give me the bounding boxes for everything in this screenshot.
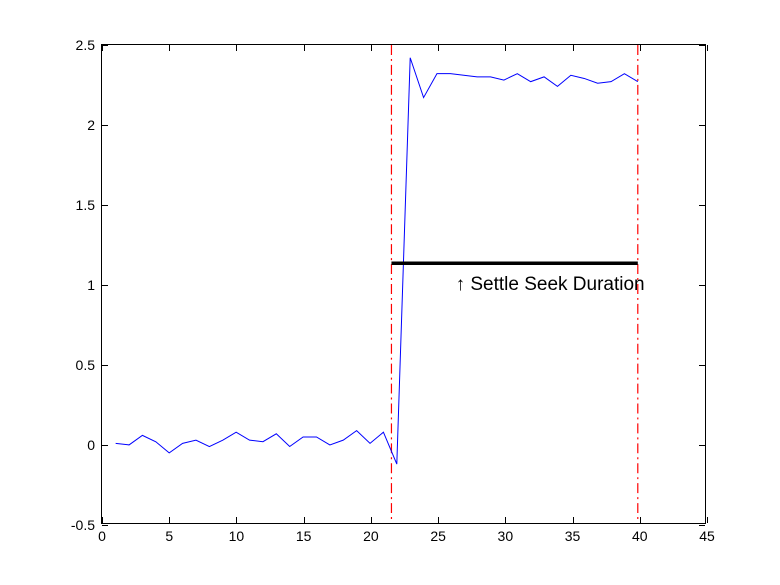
x-tick-label: 15 <box>296 528 312 544</box>
series-line <box>116 58 638 464</box>
y-tick <box>102 125 108 126</box>
x-tick <box>236 517 237 523</box>
x-tick-label: 5 <box>165 528 173 544</box>
x-tick <box>505 517 506 523</box>
y-tick <box>699 285 705 286</box>
y-tick <box>699 205 705 206</box>
x-tick <box>371 517 372 523</box>
y-tick-label: 1 <box>87 277 95 293</box>
y-tick <box>102 45 108 46</box>
x-tick <box>304 45 305 51</box>
x-tick <box>304 517 305 523</box>
y-tick <box>102 365 108 366</box>
y-tick <box>699 525 705 526</box>
x-tick <box>505 45 506 51</box>
y-tick-label: -0.5 <box>71 517 95 533</box>
y-tick <box>699 365 705 366</box>
annotation-label: Settle Seek Duration <box>470 274 644 295</box>
y-tick <box>699 45 705 46</box>
y-tick <box>102 285 108 286</box>
x-tick-label: 0 <box>98 528 106 544</box>
x-tick-label: 35 <box>565 528 581 544</box>
y-tick-label: 0 <box>87 437 95 453</box>
y-tick <box>102 525 108 526</box>
y-tick-label: 2 <box>87 117 95 133</box>
x-tick <box>573 45 574 51</box>
x-tick <box>640 517 641 523</box>
x-tick-label: 10 <box>229 528 245 544</box>
up-arrow-icon: ↑ <box>456 274 466 295</box>
x-tick-label: 25 <box>430 528 446 544</box>
x-tick <box>573 517 574 523</box>
y-tick-label: 1.5 <box>76 197 95 213</box>
y-tick <box>699 125 705 126</box>
y-tick <box>102 445 108 446</box>
x-tick <box>236 45 237 51</box>
x-tick-label: 30 <box>498 528 514 544</box>
y-tick <box>102 205 108 206</box>
y-tick-label: 0.5 <box>76 357 95 373</box>
x-tick-label: 20 <box>363 528 379 544</box>
x-tick <box>371 45 372 51</box>
x-tick <box>438 517 439 523</box>
axes: 051015202530354045-0.500.511.522.5↑ Sett… <box>101 44 706 524</box>
y-tick-label: 2.5 <box>76 37 95 53</box>
x-tick-label: 40 <box>632 528 648 544</box>
x-tick <box>169 517 170 523</box>
x-tick <box>640 45 641 51</box>
x-tick <box>438 45 439 51</box>
x-tick <box>707 45 708 51</box>
x-tick <box>707 517 708 523</box>
y-tick <box>699 445 705 446</box>
settle-seek-annotation: ↑ Settle Seek Duration <box>456 274 645 296</box>
figure: 051015202530354045-0.500.511.522.5↑ Sett… <box>0 0 780 585</box>
x-tick-label: 45 <box>699 528 715 544</box>
x-tick <box>102 517 103 523</box>
x-tick <box>169 45 170 51</box>
